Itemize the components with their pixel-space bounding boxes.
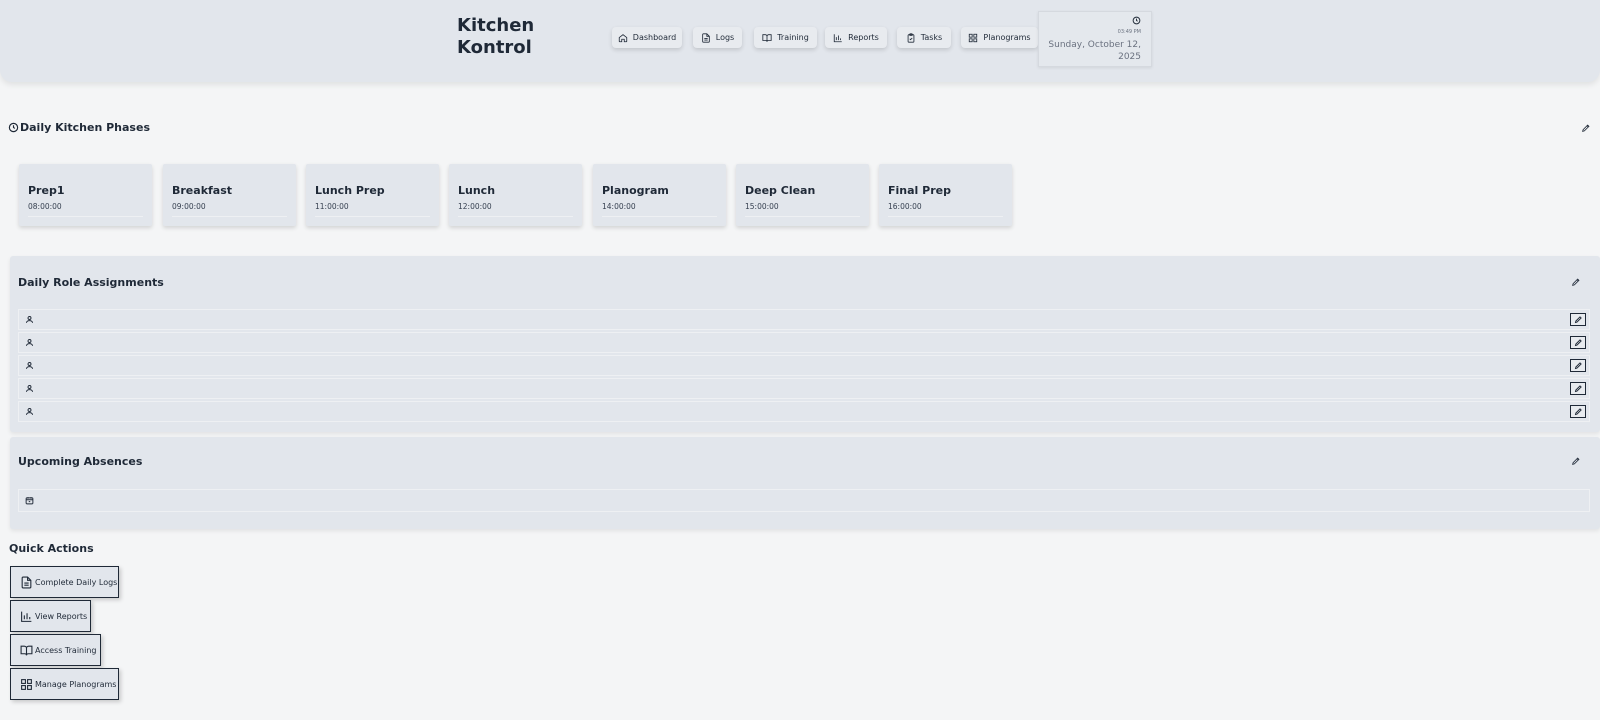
pencil-icon xyxy=(1574,316,1582,324)
phase-divider xyxy=(458,216,573,217)
clock-icon xyxy=(1132,16,1141,25)
phase-card[interactable]: Prep1 08:00:00 xyxy=(19,164,152,226)
absences-panel: Upcoming Absences xyxy=(10,437,1600,529)
bar-chart-icon xyxy=(833,33,842,42)
bar-chart-icon xyxy=(21,611,32,622)
phase-card[interactable]: Deep Clean 15:00:00 xyxy=(736,164,869,226)
access-training-button[interactable]: Access Training xyxy=(10,634,101,666)
role-row xyxy=(18,401,1590,422)
edit-role-button[interactable] xyxy=(1570,405,1586,418)
user-icon xyxy=(26,408,33,415)
user-icon xyxy=(26,339,33,346)
edit-roles-pencil-icon[interactable] xyxy=(1571,277,1581,287)
edit-absences-pencil-icon[interactable] xyxy=(1571,456,1581,466)
app-title-line2: Kontrol xyxy=(457,37,532,58)
phase-time: 12:00:00 xyxy=(458,202,492,211)
top-header: Kitchen Kontrol Dashboard Logs Training … xyxy=(0,0,1600,82)
role-row xyxy=(18,309,1590,330)
current-date: Sunday, October 12, 2025 xyxy=(1048,40,1141,62)
user-icon xyxy=(26,316,33,323)
nav-reports[interactable]: Reports xyxy=(825,27,887,48)
phase-time: 11:00:00 xyxy=(315,202,349,211)
phase-name: Lunch xyxy=(458,184,496,197)
phase-card[interactable]: Breakfast 09:00:00 xyxy=(163,164,296,226)
book-open-icon xyxy=(20,645,33,655)
quick-actions-title: Quick Actions xyxy=(9,542,94,555)
role-row xyxy=(18,332,1590,353)
phases-title-label: Daily Kitchen Phases xyxy=(20,121,150,134)
absence-row xyxy=(18,489,1590,512)
role-row xyxy=(18,355,1590,376)
file-text-icon xyxy=(702,32,710,43)
file-text-icon xyxy=(21,576,32,588)
edit-role-button[interactable] xyxy=(1570,359,1586,372)
nav-planograms-label: Planograms xyxy=(983,33,1031,42)
grid-icon xyxy=(969,33,978,42)
grid-icon xyxy=(21,678,32,690)
phase-card[interactable]: Lunch 12:00:00 xyxy=(449,164,582,226)
edit-role-button[interactable] xyxy=(1570,313,1586,326)
phase-name: Breakfast xyxy=(172,184,233,197)
pencil-icon xyxy=(1574,362,1582,370)
phase-time: 09:00:00 xyxy=(172,202,206,211)
phase-card[interactable]: Planogram 14:00:00 xyxy=(593,164,726,226)
phase-divider xyxy=(745,216,860,217)
nav-logs[interactable]: Logs xyxy=(693,27,742,48)
phase-name: Prep1 xyxy=(28,184,65,197)
user-icon xyxy=(26,385,33,392)
absences-section-title: Upcoming Absences xyxy=(18,455,143,468)
phase-name: Lunch Prep xyxy=(315,184,385,197)
home-icon xyxy=(618,33,627,42)
nav-reports-label: Reports xyxy=(848,33,879,42)
role-row xyxy=(18,378,1590,399)
phase-time: 16:00:00 xyxy=(888,202,922,211)
nav-training-label: Training xyxy=(777,33,809,42)
app-title: Kitchen Kontrol xyxy=(457,15,547,59)
access-training-label: Access Training xyxy=(35,645,97,655)
user-icon xyxy=(26,362,33,369)
phases-section-title: Daily Kitchen Phases xyxy=(8,121,150,134)
phase-divider xyxy=(602,216,717,217)
phase-time: 08:00:00 xyxy=(28,202,62,211)
roles-section-title: Daily Role Assignments xyxy=(18,276,164,289)
clipboard-check-icon xyxy=(907,32,915,43)
current-time: 03:49 PM xyxy=(1117,29,1141,35)
phase-name: Planogram xyxy=(602,184,669,197)
phase-card[interactable]: Final Prep 16:00:00 xyxy=(879,164,1012,226)
pencil-icon xyxy=(1574,339,1582,347)
manage-planograms-label: Manage Planograms xyxy=(35,679,117,689)
manage-planograms-button[interactable]: Manage Planograms xyxy=(10,668,119,700)
complete-daily-logs-button[interactable]: Complete Daily Logs xyxy=(10,566,119,598)
edit-role-button[interactable] xyxy=(1570,382,1586,395)
view-reports-button[interactable]: View Reports xyxy=(10,600,91,632)
nav-tasks-label: Tasks xyxy=(920,33,943,42)
view-reports-label: View Reports xyxy=(35,611,88,621)
nav-tasks[interactable]: Tasks xyxy=(897,27,951,48)
pencil-icon xyxy=(1574,408,1582,416)
edit-phases-pencil-icon[interactable] xyxy=(1581,123,1591,133)
phase-time: 15:00:00 xyxy=(745,202,779,211)
nav-planograms[interactable]: Planograms xyxy=(961,27,1038,48)
nav-training[interactable]: Training xyxy=(754,27,817,48)
role-assignments-panel: Daily Role Assignments xyxy=(10,256,1600,432)
phase-name: Deep Clean xyxy=(745,184,816,197)
phase-divider xyxy=(172,216,287,217)
calendar-icon xyxy=(25,497,34,505)
clock-widget: 03:49 PM Sunday, October 12, 2025 xyxy=(1038,11,1152,67)
phase-divider xyxy=(28,216,143,217)
nav-dashboard[interactable]: Dashboard xyxy=(612,27,682,48)
clock-icon xyxy=(8,122,19,133)
app-title-line1: Kitchen xyxy=(457,15,535,36)
phase-divider xyxy=(888,216,1003,217)
edit-role-button[interactable] xyxy=(1570,336,1586,349)
pencil-icon xyxy=(1574,385,1582,393)
phase-divider xyxy=(315,216,430,217)
nav-logs-label: Logs xyxy=(715,33,735,42)
phase-card[interactable]: Lunch Prep 11:00:00 xyxy=(306,164,439,226)
phase-name: Final Prep xyxy=(888,184,951,197)
phase-time: 14:00:00 xyxy=(602,202,636,211)
complete-daily-logs-label: Complete Daily Logs xyxy=(35,577,118,587)
nav-dashboard-label: Dashboard xyxy=(632,33,677,42)
book-open-icon xyxy=(762,33,772,42)
